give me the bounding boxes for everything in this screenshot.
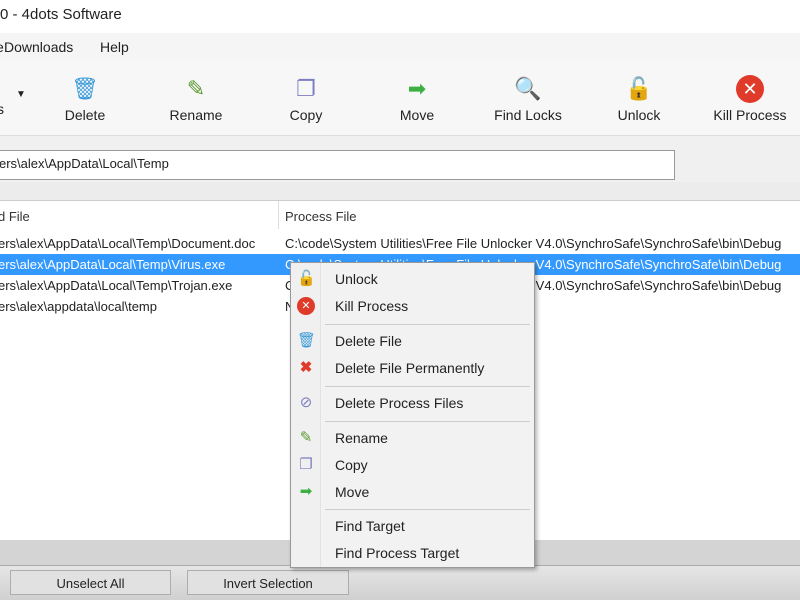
open-padlock-icon: 🔓 (625, 76, 653, 101)
menu-item-find-target[interactable]: Find Target (291, 514, 534, 538)
title-bar: 0 - 4dots Software (0, 0, 800, 33)
menu-item-find-process-target[interactable]: Find Process Target (291, 541, 534, 565)
green-arrow-icon: ➡ (407, 76, 427, 101)
menu-downloads[interactable]: Downloads (4, 39, 73, 55)
rename-pencil-icon: ✎ (186, 76, 206, 101)
list-header: d File Process File (0, 201, 800, 229)
rename-button[interactable]: ✎ Rename (146, 75, 246, 123)
copy-icon: ❐ (296, 76, 316, 101)
context-menu: 🔓 Unlock ✕ Kill Process 🗑 Delete File ✖ Dele… (290, 262, 535, 568)
menu-item-delete-file-permanently[interactable]: ✖ Delete File Permanently (291, 356, 534, 380)
red-x-icon: ✕ (297, 297, 315, 315)
menu-separator (325, 324, 530, 325)
menu-item-copy[interactable]: ❐ Copy (291, 453, 534, 477)
menu-help[interactable]: Help (100, 39, 129, 55)
delete-process-icon: ⊘ (299, 394, 313, 411)
separator-band (0, 182, 800, 200)
menu-item-delete-file[interactable]: 🗑 Delete File (291, 329, 534, 353)
table-row[interactable]: ers\alex\AppData\Local\Temp\Document.doc… (0, 233, 800, 254)
dropdown-arrow-icon[interactable]: ▼ (16, 89, 26, 100)
magnifier-icon: 🔍 (514, 76, 542, 101)
kill-process-button[interactable]: ✕ Kill Process (700, 75, 800, 123)
menu-separator (325, 509, 530, 510)
menu-bar: e Downloads Help (0, 33, 800, 61)
menu-item-unlock[interactable]: 🔓 Unlock (291, 267, 534, 291)
red-cross-icon: ✖ (299, 359, 313, 376)
recycle-bin-icon: 🗑 (297, 332, 317, 349)
recycle-bin-icon: 🗑 (71, 76, 99, 101)
column-header-process[interactable]: Process File (285, 209, 357, 224)
open-padlock-icon: 🔓 (297, 270, 316, 287)
unselect-all-button[interactable]: Unselect All (10, 570, 171, 595)
column-divider[interactable] (278, 201, 279, 229)
toolbar-partial[interactable]: s (0, 101, 4, 117)
delete-button[interactable]: 🗑 Delete (35, 75, 135, 123)
menu-separator (325, 386, 530, 387)
menu-item-rename[interactable]: ✎ Rename (291, 426, 534, 450)
bottom-bar: Unselect All Invert Selection (0, 565, 800, 600)
folder-path-input[interactable]: ers\alex\AppData\Local\Temp (0, 150, 675, 180)
copy-button[interactable]: ❐ Copy (256, 75, 356, 123)
invert-selection-button[interactable]: Invert Selection (187, 570, 349, 595)
move-button[interactable]: ➡ Move (367, 75, 467, 123)
window-title: 0 - 4dots Software (0, 6, 122, 23)
green-arrow-icon: ➡ (299, 483, 313, 500)
copy-icon: ❐ (299, 456, 313, 473)
unlock-button[interactable]: 🔓 Unlock (589, 75, 689, 123)
toolbar: s ▼ 🗑 Delete ✎ Rename ❐ Copy ➡ Move 🔍 Find Lo… (0, 61, 800, 136)
red-x-icon: ✕ (736, 75, 764, 103)
menu-item-kill-process[interactable]: ✕ Kill Process (291, 294, 534, 318)
rename-pencil-icon: ✎ (299, 429, 313, 446)
menu-item-move[interactable]: ➡ Move (291, 480, 534, 504)
column-header-file[interactable]: d File (0, 209, 30, 224)
find-locks-button[interactable]: 🔍 Find Locks (478, 75, 578, 123)
menu-item-delete-process-files[interactable]: ⊘ Delete Process Files (291, 391, 534, 415)
menu-separator (325, 421, 530, 422)
